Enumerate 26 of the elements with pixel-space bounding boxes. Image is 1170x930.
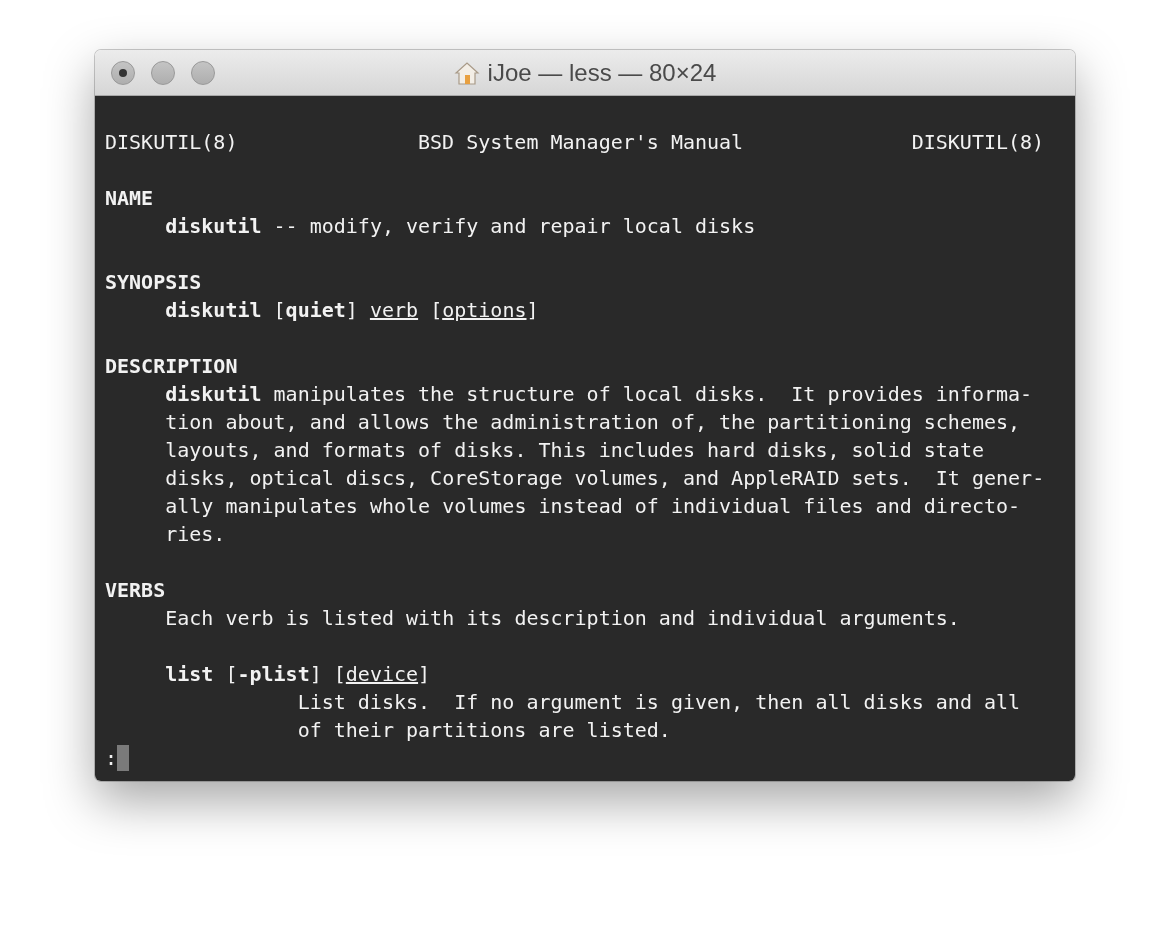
manual-text-line: diskutil [quiet] verb [options] — [165, 297, 539, 324]
page-header-text: DISKUTIL(8) — [105, 129, 238, 156]
minimize-button[interactable] — [151, 60, 175, 85]
section-heading: VERBS — [105, 577, 166, 604]
manual-text-line: layouts, and formats of disks. This includes hard disks, solid state — [165, 437, 984, 464]
manual-text-line: Each verb is listed with its description and individual arguments. — [165, 605, 960, 632]
section-heading: SYNOPSIS — [105, 269, 202, 296]
page-header-text: DISKUTIL(8) — [911, 129, 1045, 156]
section-heading: DESCRIPTION — [105, 353, 238, 380]
text-cursor — [117, 745, 130, 771]
manual-text-line: ally manipulates whole volumes instead of individual files and directo- — [165, 493, 1021, 520]
page-header-text: BSD System Manager's Manual — [418, 129, 744, 156]
prompt-text: : — [105, 745, 118, 772]
manual-text-line: of their partitions are listed. — [297, 717, 671, 744]
house-icon — [453, 60, 480, 85]
manual-text-line: List disks. If no argument is given, then all disks and all — [297, 689, 1021, 716]
section-heading: NAME — [105, 185, 154, 212]
manual-text-line: ries. — [165, 521, 226, 548]
manual-text-line: diskutil manipulates the structure of local disks. It provides informa- — [165, 381, 1033, 408]
manual-text-line: list [-plist] [device] — [165, 661, 431, 688]
manual-text-line: diskutil -- modify, verify and repair local disks — [165, 213, 756, 240]
zoom-button[interactable] — [191, 60, 215, 85]
window-title: iJoe — less — 80×24 — [487, 58, 717, 87]
manual-text-line: disks, optical discs, CoreStorage volumes, and AppleRAID sets. It gener- — [165, 465, 1045, 492]
manual-text-line: tion about, and allows the administration of, the partitioning schemes, — [165, 409, 1021, 436]
close-button[interactable] — [111, 60, 135, 85]
